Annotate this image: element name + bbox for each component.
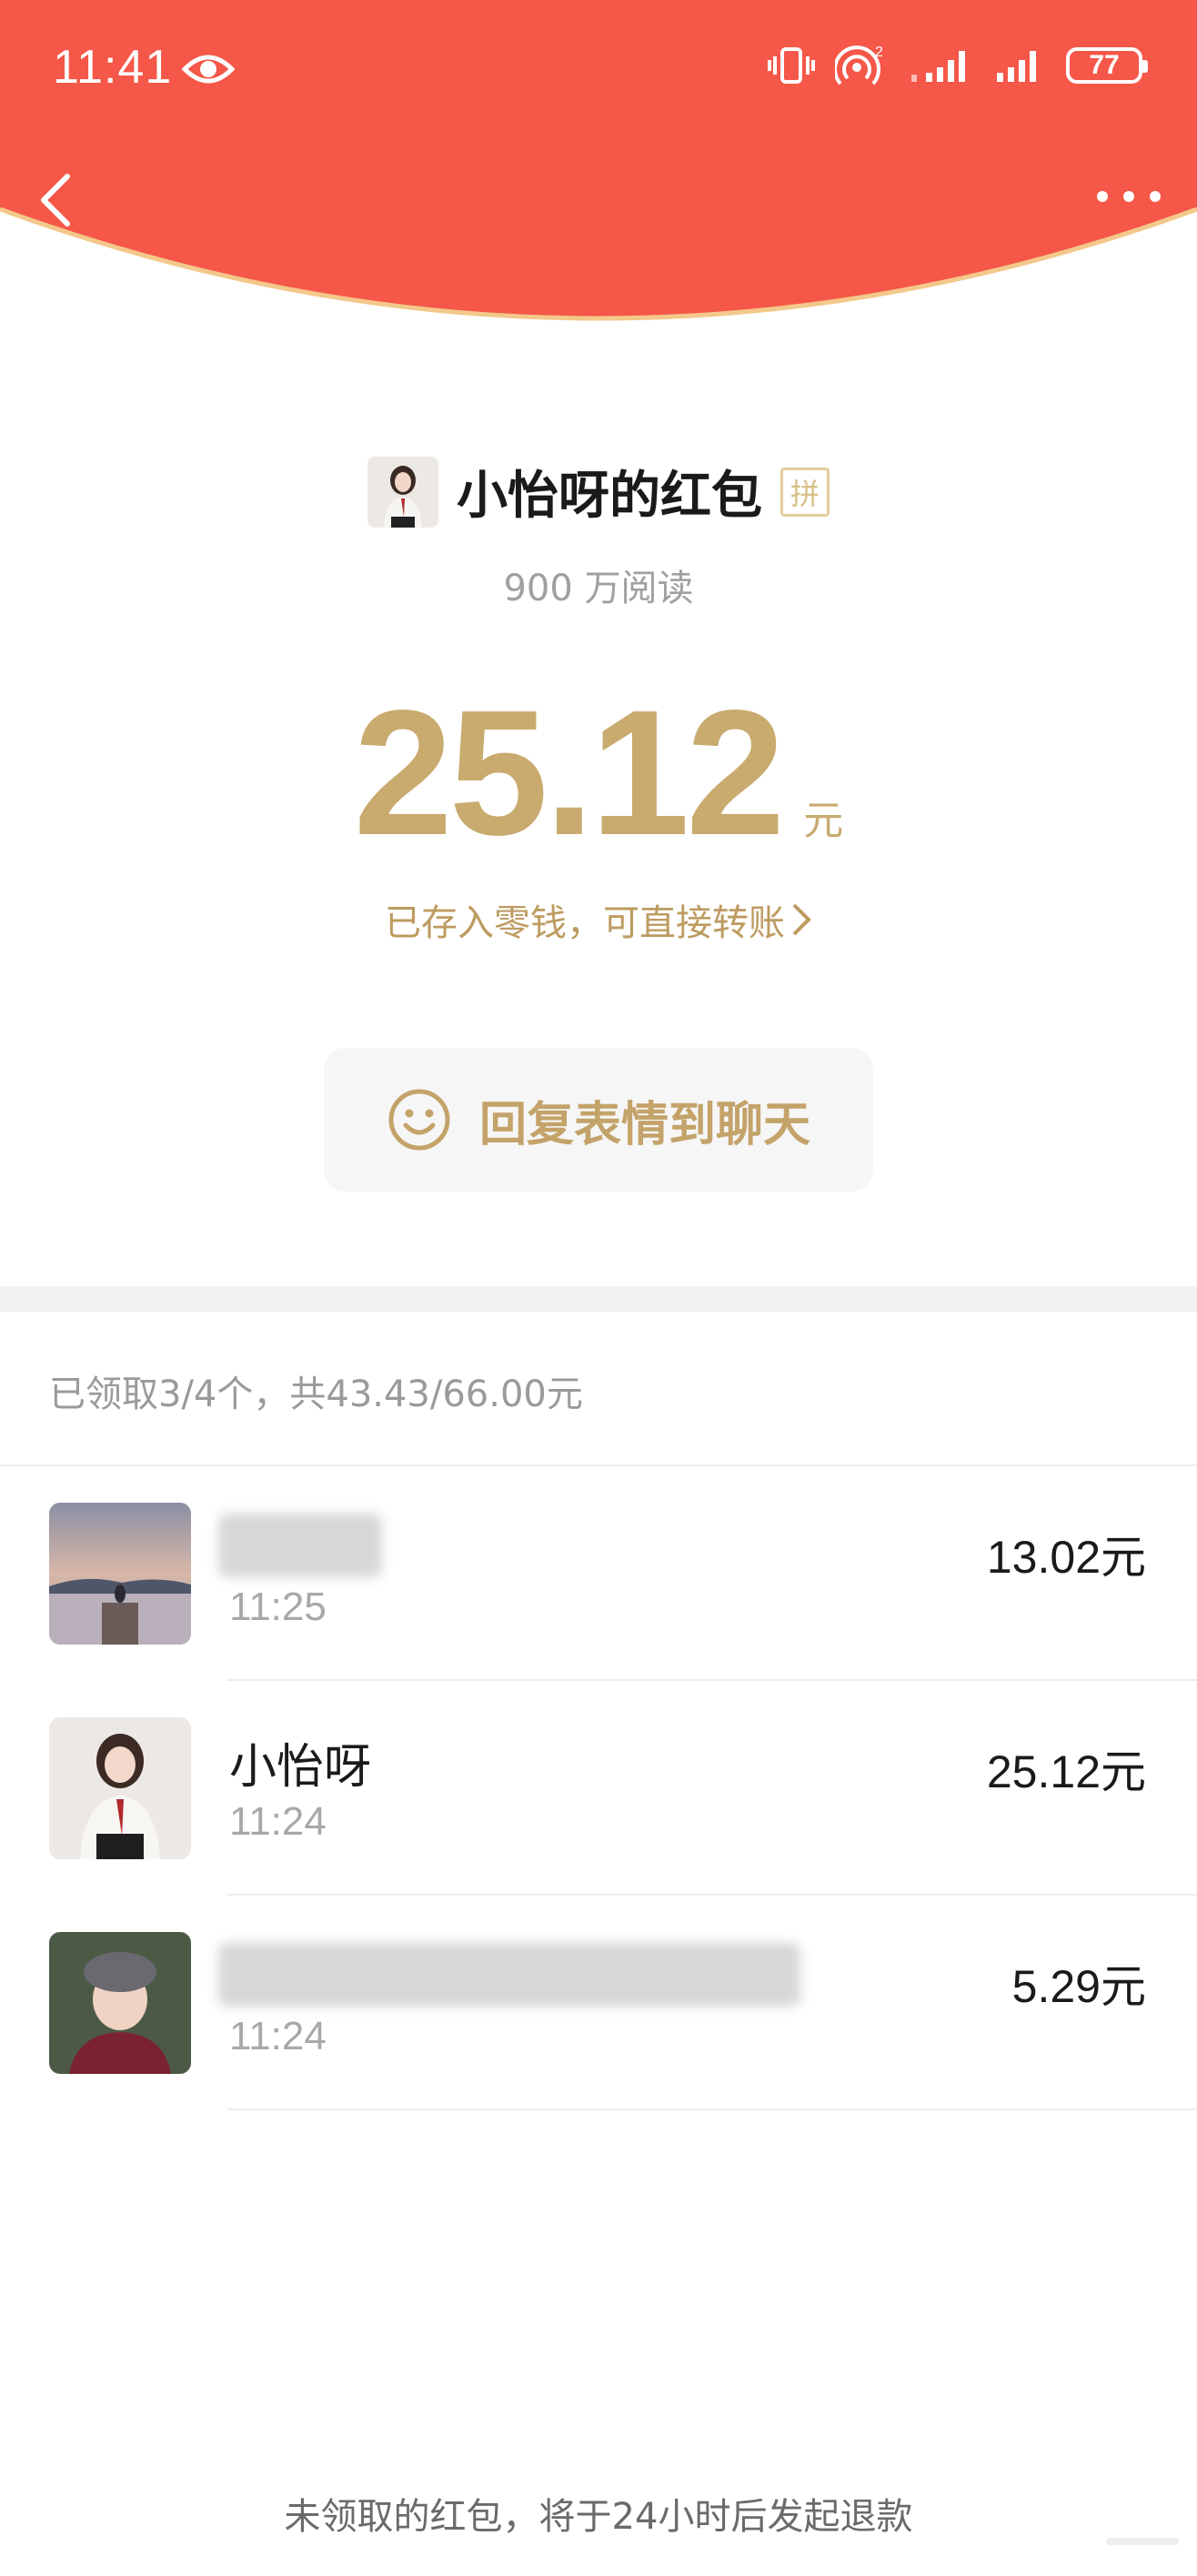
smiley-icon <box>388 1089 450 1151</box>
status-time: 11:41 <box>53 41 173 94</box>
scroll-indicator <box>1106 2538 1179 2545</box>
reply-sticker-label: 回复表情到聊天 <box>478 1097 810 1152</box>
back-icon[interactable] <box>36 171 73 229</box>
recipient-amount: 5.29元 <box>1011 1961 1146 2012</box>
more-options-button[interactable] <box>1097 178 1161 215</box>
section-divider <box>0 1286 1197 1312</box>
reply-sticker-button[interactable]: 回复表情到聊天 <box>324 1048 873 1192</box>
status-icons: 2 77 <box>768 44 1148 87</box>
recipient-time: 11:25 <box>229 1585 327 1629</box>
blurred-name <box>218 1514 382 1577</box>
sender-header: 小怡呀的红包 拼 <box>0 455 1197 528</box>
hotspot-icon: 2 <box>835 45 883 86</box>
divider <box>227 2108 1197 2110</box>
recipient-time: 11:24 <box>229 2014 327 2058</box>
amount-unit: 元 <box>803 798 844 844</box>
dot-icon <box>1123 191 1134 202</box>
refund-notice: 未领取的红包，将于24小时后发起退款 <box>284 2496 913 2538</box>
battery-indicator: 77 <box>1066 47 1148 84</box>
dot-icon <box>1097 191 1108 202</box>
chevron-right-icon <box>792 903 811 936</box>
group-packet-badge: 拼 <box>780 467 830 517</box>
stored-to-balance-link[interactable]: 已存入零钱，可直接转账 <box>0 893 1197 946</box>
dot-icon <box>1150 191 1161 202</box>
lake-sunset-avatar[interactable] <box>49 1503 191 1645</box>
read-count: 900 万阅读 <box>503 568 694 609</box>
vibrate-icon <box>768 47 815 84</box>
recipient-row[interactable]: 小怡呀 11:24 25.12元 <box>0 1681 1197 1896</box>
recipient-amount: 13.02元 <box>986 1532 1146 1583</box>
sender-name: 小怡呀的红包 <box>457 467 762 526</box>
received-amount: 25.12 <box>353 673 785 872</box>
amount-display: 25.12 元 <box>0 673 1197 872</box>
sender-avatar[interactable] <box>367 456 438 528</box>
girl-helmet-avatar[interactable] <box>49 1932 191 2074</box>
eye-icon <box>182 55 235 84</box>
recipient-time: 11:24 <box>229 1799 327 1844</box>
recipient-name: 小怡呀 <box>229 1740 372 1795</box>
recipient-amount: 25.12元 <box>986 1746 1146 1797</box>
girl-portrait-avatar[interactable] <box>49 1717 191 1859</box>
stored-note: 已存入零钱，可直接转账 <box>385 902 785 944</box>
blurred-name <box>218 1943 800 2007</box>
signal-icon-1 <box>911 51 965 82</box>
signal-icon-2 <box>997 51 1036 82</box>
recipient-row[interactable]: 11:24 5.29元 <box>0 1896 1197 2110</box>
status-bar: 11:41 2 77 <box>0 0 1197 142</box>
svg-text:2: 2 <box>875 45 883 60</box>
recipient-row[interactable]: 11:25 13.02元 <box>0 1466 1197 1681</box>
claim-summary: 已领取3/4个，共43.43/66.00元 <box>49 1374 583 1415</box>
